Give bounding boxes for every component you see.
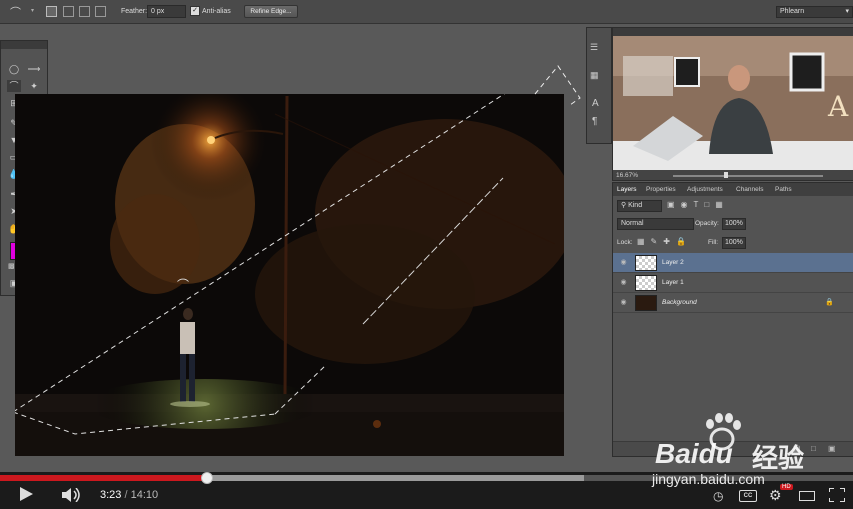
selection-intersect-icon[interactable]: [95, 6, 106, 17]
volume-icon[interactable]: [62, 488, 82, 502]
lasso-cursor-icon: ⌒: [177, 278, 189, 292]
layer-thumbnail: [635, 275, 657, 291]
move-icon[interactable]: ⟶: [27, 63, 41, 75]
blend-mode-select[interactable]: Normal: [617, 218, 694, 230]
blend-mode-value: Normal: [621, 220, 644, 227]
antialias-checkbox[interactable]: ✓: [190, 6, 200, 16]
progress-played: [0, 475, 208, 481]
play-icon[interactable]: [20, 487, 33, 501]
document-canvas[interactable]: ⌒: [15, 94, 564, 456]
layer-name: Background: [662, 299, 697, 306]
tab-layers[interactable]: Layers: [617, 186, 637, 193]
antialias-label: Anti-alias: [202, 8, 231, 15]
layer-filter-icons[interactable]: ▣◉T□▦: [667, 200, 729, 209]
layer-row-layer-2[interactable]: ◉ Layer 2: [613, 253, 853, 273]
selection-subtract-icon[interactable]: [79, 6, 90, 17]
wall-frame: [789, 52, 825, 92]
sliders-icon[interactable]: ☰: [590, 42, 608, 56]
eye-icon[interactable]: ◉: [619, 258, 628, 267]
baidu-watermark: Baidu 经验 jingyan.baidu.com: [652, 410, 850, 495]
layer-thumbnail: [635, 255, 657, 271]
paragraph-icon[interactable]: ¶: [592, 116, 610, 130]
selection-add-icon[interactable]: [63, 6, 74, 17]
default-colors-icon[interactable]: ▩: [8, 262, 15, 270]
options-bar: ⌒ ▾ Feather: 0 px ✓ Anti-alias Refine Ed…: [0, 0, 853, 24]
eye-icon[interactable]: ◉: [619, 278, 628, 287]
eye-icon[interactable]: ◉: [619, 298, 628, 307]
layer-name: Layer 2: [662, 259, 684, 266]
tab-adjustments[interactable]: Adjustments: [687, 186, 723, 193]
mini-panel-dock: ☰ ▦ A ¶: [586, 27, 612, 144]
feather-input[interactable]: 0 px: [147, 5, 186, 18]
navigator-panel: A 16.67%: [612, 27, 853, 181]
filter-kind-value: Kind: [628, 202, 643, 209]
tab-properties[interactable]: Properties: [646, 186, 676, 193]
utility-pole: [283, 95, 289, 395]
zoom-slider[interactable]: [673, 175, 823, 177]
lasso-selection-overflow: [534, 65, 581, 105]
navigator-header[interactable]: [613, 28, 853, 36]
selection-new-icon[interactable]: [46, 6, 57, 17]
tab-paths[interactable]: Paths: [775, 186, 792, 193]
presenter-face: [728, 65, 750, 91]
streetlight-bulb: [207, 136, 215, 144]
watermark-cn: 经验: [752, 443, 805, 473]
fill-label: Fill:: [708, 239, 719, 246]
zoom-slider-handle[interactable]: [724, 172, 728, 178]
character-icon[interactable]: A: [592, 98, 610, 112]
marquee-icon[interactable]: ◯: [7, 63, 21, 75]
refine-edge-button[interactable]: Refine Edge...: [244, 5, 298, 18]
opacity-input[interactable]: 100%: [722, 218, 746, 230]
layer-thumbnail: [635, 295, 657, 311]
chevron-down-icon[interactable]: ▾: [31, 7, 34, 14]
lasso-icon[interactable]: ⌒: [10, 4, 30, 19]
duration: 14:10: [130, 489, 159, 501]
time-display: 3:23 / 14:10: [100, 489, 158, 501]
presenter-video: A: [613, 36, 853, 170]
layer-row-background[interactable]: ◉ Background 🔒: [613, 293, 853, 313]
svg-text:A: A: [827, 90, 849, 123]
tab-channels[interactable]: Channels: [736, 186, 763, 193]
lock-label: Lock:: [617, 239, 633, 246]
lock-icon: 🔒: [825, 299, 834, 306]
layer-row-layer-1[interactable]: ◉ Layer 1: [613, 273, 853, 293]
lasso-tool-icon[interactable]: ⌒: [7, 80, 21, 92]
opacity-label: Opacity:: [695, 220, 719, 227]
tools-panel-header[interactable]: [1, 41, 47, 49]
workspace-select[interactable]: Phlearn ▾: [776, 6, 853, 18]
time-separator: /: [124, 489, 128, 501]
fill-input[interactable]: 100%: [722, 237, 746, 249]
chevron-down-icon: ▾: [845, 8, 849, 15]
watermark-url: jingyan.baidu.com: [652, 471, 765, 487]
filter-kind-select[interactable]: ⚲ Kind: [617, 200, 662, 212]
current-time: 3:23: [100, 489, 122, 501]
night-scene-photo: ⌒: [15, 94, 564, 456]
layer-name: Layer 1: [662, 279, 684, 286]
zoom-level[interactable]: 16.67%: [616, 172, 638, 179]
progress-buffered: [207, 475, 585, 481]
layers-dock-icon[interactable]: ▦: [590, 70, 608, 84]
workspace-value: Phlearn: [780, 8, 805, 15]
magic-wand-icon[interactable]: ✦: [27, 80, 41, 92]
lock-icons[interactable]: ▦✎✚🔒: [637, 237, 692, 246]
watermark-brand: Baidu: [655, 438, 733, 469]
feather-label: Feather:: [121, 8, 148, 15]
